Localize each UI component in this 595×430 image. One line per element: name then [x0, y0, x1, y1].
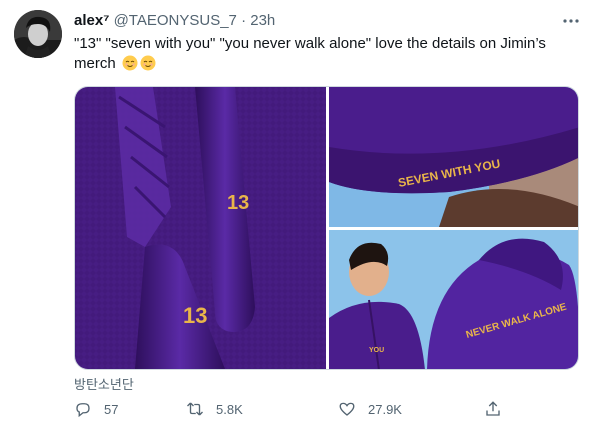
hoodies-photo: YOU NEVER WALK ALONE [329, 230, 578, 369]
media-image-drawstrings[interactable]: 13 13 [75, 87, 326, 369]
retweet-button[interactable]: 5.8K [186, 400, 243, 418]
timestamp[interactable]: 23h [250, 12, 275, 29]
share-icon [486, 401, 500, 416]
retweet-icon [187, 402, 203, 416]
media-grid: 13 13 SEVEN WITH YOU YOU NEVER WALK ALON… [74, 86, 579, 370]
separator-dot: · [241, 12, 247, 29]
reply-count: 57 [104, 401, 119, 417]
drawstrings-photo: 13 13 [75, 87, 326, 369]
tweet-text-container: "13" "seven with you" "you never walk al… [74, 34, 574, 74]
retweet-count: 5.8K [216, 401, 243, 417]
handle[interactable]: @TAEONYSUS_7 [114, 12, 237, 29]
drawstring-bottom-number: 13 [183, 303, 207, 328]
more-dots-icon [563, 19, 579, 23]
media-image-bucket-hat[interactable]: SEVEN WITH YOU [329, 87, 578, 227]
relieved-face-emoji [122, 55, 138, 71]
drawstring-top-number: 13 [227, 192, 249, 214]
relieved-face-emoji [140, 55, 156, 71]
tweet-actions: 57 5.8K 27.9K [74, 400, 514, 424]
heart-icon [339, 402, 355, 416]
like-button[interactable]: 27.9K [338, 400, 402, 418]
bucket-hat-photo: SEVEN WITH YOU [329, 87, 578, 227]
reply-button[interactable]: 57 [74, 400, 118, 418]
reply-icon [76, 403, 90, 418]
avatar[interactable] [14, 10, 62, 58]
hoodie-front-text: YOU [369, 347, 384, 354]
like-count: 27.9K [368, 401, 402, 417]
tweet[interactable]: alex⁷ @TAEONYSUS_7 · 23h "13" "seven wit… [0, 0, 595, 430]
share-button[interactable] [484, 400, 514, 418]
avatar-image [14, 10, 62, 58]
display-name[interactable]: alex⁷ [74, 12, 109, 29]
media-caption[interactable]: 방탄소년단 [74, 374, 134, 393]
more-options-button[interactable] [560, 10, 582, 32]
media-image-hoodies[interactable]: YOU NEVER WALK ALONE [329, 230, 578, 369]
tweet-header: alex⁷ @TAEONYSUS_7 · 23h [74, 12, 275, 30]
